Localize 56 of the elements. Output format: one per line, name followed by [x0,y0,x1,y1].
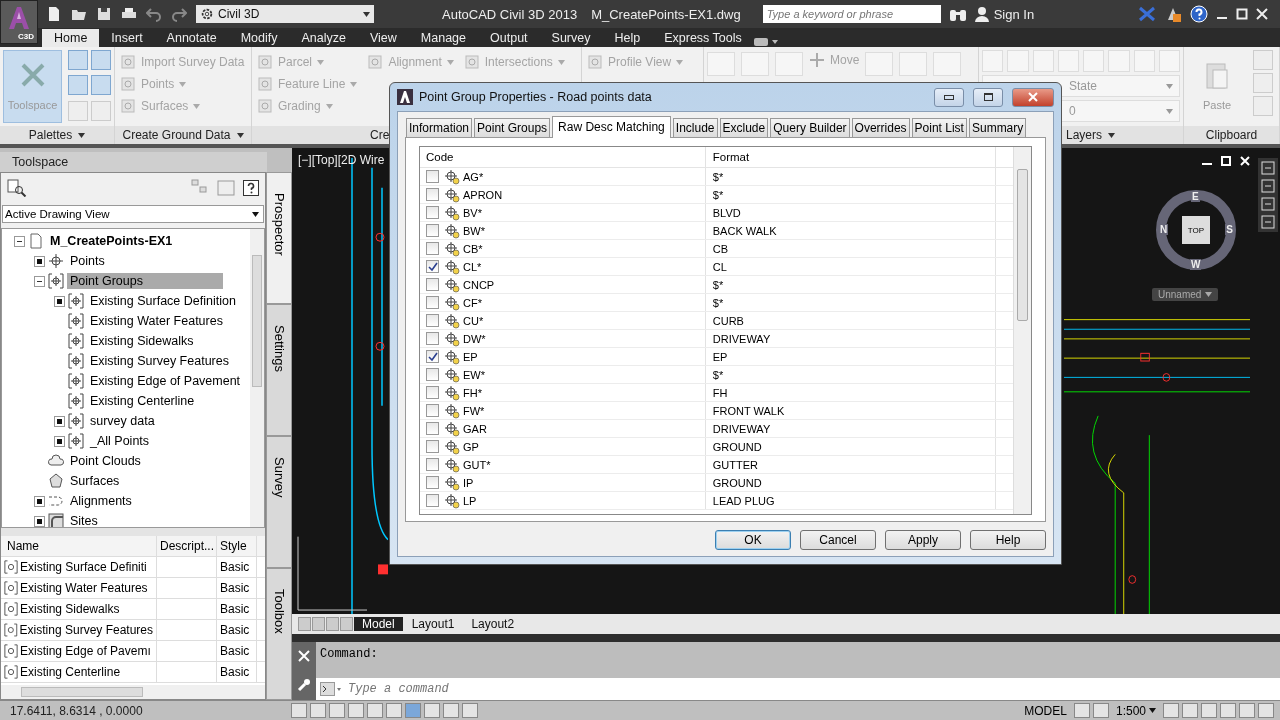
table-cell: IP [463,476,474,489]
table-cell: $* [705,366,996,383]
table-cell: EP [463,350,478,363]
table-cell: BV* [463,206,482,219]
table-cell: CB [705,240,996,257]
table-cell: Existing Centerline [20,665,121,679]
table-cell: GUT* [463,458,491,471]
coordinates: 17.6411, 8.6314 , 0.0000 [9,703,144,718]
table-cell: Existing Water Features [20,581,148,595]
dialog-title: Point Group Properties - Road points data [419,90,652,104]
table-cell: DRIVEWAY [705,420,996,437]
table-cell: Existing Surface Definiti [20,560,147,574]
table-cell: AG* [463,170,484,183]
table-cell: Basic [217,578,257,598]
table-cell: CL* [463,260,482,273]
table-cell: CURB [705,312,996,329]
table-cell: $* [705,276,996,293]
table-cell: LEAD PLUG [705,492,996,509]
table-cell: CL [705,258,996,275]
table-cell: Basic [217,662,257,682]
table-cell: Basic [217,620,257,640]
table-cell: APRON [463,188,503,201]
table-cell: BW* [463,224,485,237]
table-cell: CU* [463,314,484,327]
table-cell: DW* [463,332,486,345]
table-cell: GROUND [705,474,996,491]
table-cell: CB* [463,242,483,255]
table-cell: CF* [463,296,482,309]
table-cell: Basic [217,641,257,661]
table-cell: DRIVEWAY [705,330,996,347]
table-cell: CNCP [463,278,495,291]
app-title: AutoCAD Civil 3D 2013 [442,6,578,22]
table-cell: $* [705,168,996,185]
table-cell: GAR [463,422,487,435]
file-name: M_CreatePoints-EX1.dwg [591,6,741,22]
table-cell: LP [463,494,477,507]
table-cell: FW* [463,404,485,417]
table-cell: Existing Edge of Pavemı [20,644,151,658]
table-cell: GP [463,440,479,453]
table-cell: BACK WALK [705,222,996,239]
table-cell: Basic [217,599,257,619]
table-cell: Basic [217,557,257,577]
table-cell: GROUND [705,438,996,455]
table-cell: Existing Sidewalks [20,602,120,616]
table-cell: FH* [463,386,482,399]
table-cell: BLVD [705,204,996,221]
table-cell: GUTTER [705,456,996,473]
table-cell: $* [705,186,996,203]
command-history: Command: [319,646,379,663]
table-cell: $* [705,294,996,311]
table-cell: FRONT WALK [705,402,996,419]
palette-title: Toolspace [0,152,267,172]
table-cell: EP [705,348,996,365]
table-cell: FH [705,384,996,401]
table-cell: EW* [463,368,485,381]
table-cell: Existing Survey Features [19,623,153,637]
